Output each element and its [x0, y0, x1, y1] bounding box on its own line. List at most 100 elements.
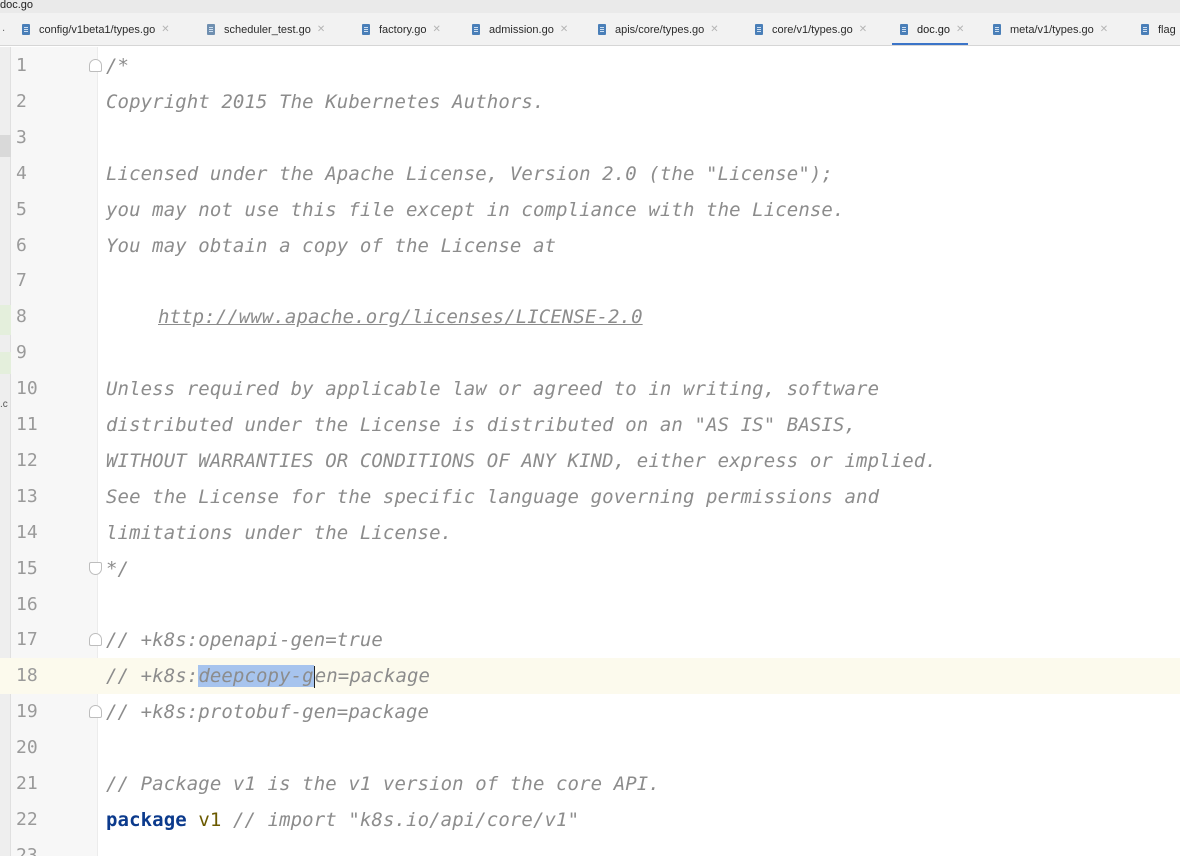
code-line[interactable]: 18 // +k8s:deepcopy-gen=package	[0, 658, 1180, 695]
code-text: distributed under the License is distrib…	[106, 414, 857, 436]
tab-doc[interactable]: doc.go ✕	[891, 13, 969, 45]
line-number: 11	[16, 414, 38, 435]
keyword: package	[106, 808, 187, 831]
go-test-file-icon	[207, 24, 215, 35]
editor-tab-bar: · config/v1beta1/types.go ✕ scheduler_te…	[0, 13, 1180, 46]
tab-config-v1beta1-types[interactable]: config/v1beta1/types.go ✕	[22, 13, 170, 45]
code-line[interactable]: 14 limitations under the License.	[0, 515, 1180, 551]
close-icon[interactable]: ✕	[710, 24, 718, 35]
line-number: 16	[16, 593, 38, 615]
code-text: package v1 // import "k8s.io/api/core/v1…	[106, 802, 579, 838]
tab-label: scheduler_test.go	[224, 23, 311, 36]
chevron-left-icon[interactable]: ·	[2, 26, 5, 37]
close-icon[interactable]: ✕	[1100, 24, 1108, 35]
code-line[interactable]: 1 /*	[0, 48, 1180, 84]
line-number: 17	[16, 629, 38, 651]
tab-apis-core-types[interactable]: apis/core/types.go ✕	[598, 13, 719, 45]
fold-marker-icon[interactable]	[89, 59, 102, 72]
line-number: 20	[16, 737, 38, 759]
go-file-icon	[598, 24, 606, 35]
code-line[interactable]: 23	[0, 838, 1180, 856]
code-line[interactable]: 6 You may obtain a copy of the License at	[0, 228, 1180, 264]
line-number: 19	[16, 701, 38, 723]
line-number: 1	[16, 55, 27, 76]
line-number: 23	[16, 844, 38, 856]
license-url-link[interactable]: http://www.apache.org/licenses/LICENSE-2…	[158, 299, 643, 335]
line-number: 8	[16, 306, 27, 328]
line-number: 3	[16, 126, 27, 148]
line-number: 10	[16, 378, 38, 400]
code-text: See the License for the specific languag…	[106, 485, 880, 508]
tab-label: apis/core/types.go	[615, 23, 705, 36]
go-file-icon	[900, 24, 908, 35]
tab-label: config/v1beta1/types.go	[39, 23, 156, 36]
go-file-icon	[472, 24, 480, 35]
window-title: doc.go	[0, 0, 34, 11]
code-line[interactable]: 4 Licensed under the Apache License, Vers…	[0, 156, 1180, 192]
line-number: 9	[16, 342, 27, 364]
fold-marker-icon[interactable]	[89, 705, 102, 719]
package-identifier: v1	[198, 808, 222, 831]
close-icon[interactable]: ✕	[317, 24, 325, 35]
line-number: 15	[16, 557, 38, 579]
tab-core-v1-types[interactable]: core/v1/types.go ✕	[755, 13, 867, 45]
tab-factory[interactable]: factory.go ✕	[362, 13, 441, 45]
code-line[interactable]: 19 // +k8s:protobuf-gen=package	[0, 694, 1180, 730]
code-line[interactable]: 2 Copyright 2015 The Kubernetes Authors.	[0, 84, 1180, 120]
fold-marker-icon[interactable]	[89, 633, 102, 647]
code-fragment: // +k8s:	[106, 665, 199, 688]
line-number: 2	[16, 90, 27, 112]
tab-label: factory.go	[379, 23, 427, 36]
code-line[interactable]: 7	[0, 263, 1180, 299]
close-icon[interactable]: ✕	[433, 24, 441, 35]
code-line[interactable]: 10 Unless required by applicable law or a…	[0, 371, 1180, 407]
code-text: you may not use this file except in comp…	[106, 198, 845, 221]
line-number: 7	[16, 270, 27, 292]
code-text: Licensed under the Apache License, Versi…	[106, 162, 833, 185]
code-line[interactable]: 13 See the License for the specific langu…	[0, 479, 1180, 515]
code-line[interactable]: 17 // +k8s:openapi-gen=true	[0, 622, 1180, 658]
close-icon[interactable]: ✕	[956, 24, 964, 35]
line-number: 5	[16, 198, 27, 220]
line-number: 12	[16, 449, 38, 471]
tab-meta-v1-types[interactable]: meta/v1/types.go ✕	[993, 13, 1108, 45]
fold-marker-icon[interactable]	[89, 561, 102, 575]
code-text: You may obtain a copy of the License at	[106, 234, 557, 257]
code-text: // Package v1 is the v1 version of the c…	[106, 773, 660, 795]
window-title-bar: doc.go	[0, 0, 1180, 13]
code-line[interactable]: 11 distributed under the License is distr…	[0, 407, 1180, 443]
code-text: // +k8s:openapi-gen=true	[106, 629, 383, 652]
line-number: 22	[16, 808, 38, 830]
tab-label: meta/v1/types.go	[1010, 23, 1094, 36]
close-icon[interactable]: ✕	[560, 24, 568, 35]
line-number: 18	[16, 665, 38, 687]
code-line[interactable]: 5 you may not use this file except in com…	[0, 192, 1180, 228]
code-text: /*	[106, 55, 130, 77]
tab-label: flag	[1158, 23, 1176, 36]
close-icon[interactable]: ✕	[859, 24, 867, 35]
go-file-icon	[1141, 24, 1149, 35]
tab-admission[interactable]: admission.go ✕	[472, 13, 568, 45]
line-number: 4	[16, 162, 27, 184]
code-line[interactable]: 22 package v1 // import "k8s.io/api/core/…	[0, 802, 1180, 838]
code-text: Copyright 2015 The Kubernetes Authors.	[106, 90, 545, 113]
code-line[interactable]: 9	[0, 335, 1180, 371]
code-text: WITHOUT WARRANTIES OR CONDITIONS OF ANY …	[106, 449, 937, 472]
code-line[interactable]: 3	[0, 120, 1180, 156]
go-file-icon	[755, 24, 763, 35]
go-file-icon	[22, 24, 30, 35]
line-number: 13	[16, 485, 38, 507]
tab-label: core/v1/types.go	[772, 23, 853, 36]
code-text: // +k8s:protobuf-gen=package	[106, 701, 430, 724]
code-line[interactable]: 20	[0, 730, 1180, 766]
tab-flag[interactable]: flag	[1141, 13, 1176, 45]
tab-scheduler-test[interactable]: scheduler_test.go ✕	[207, 13, 325, 45]
code-text: */	[106, 557, 130, 580]
code-line[interactable]: 15 */	[0, 551, 1180, 587]
go-file-icon	[362, 24, 370, 35]
code-line[interactable]: 16	[0, 587, 1180, 623]
close-icon[interactable]: ✕	[161, 24, 169, 35]
code-line[interactable]: 21 // Package v1 is the v1 version of the…	[0, 766, 1180, 802]
code-line[interactable]: 12 WITHOUT WARRANTIES OR CONDITIONS OF AN…	[0, 443, 1180, 479]
code-line[interactable]: 8 http://www.apache.org/licenses/LICENSE-…	[0, 299, 1180, 335]
